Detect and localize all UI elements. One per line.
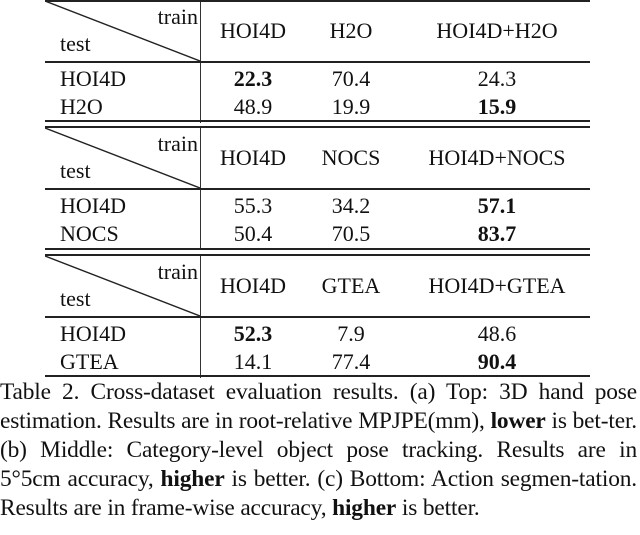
table-cell: 24.3: [477, 66, 517, 91]
column-header-train: HOI4D: [220, 145, 286, 170]
corner-train-label: train: [157, 131, 198, 156]
table-row: HOI4D 52.3 7.9 48.6: [45, 321, 590, 349]
table-cell-best: 52.3: [233, 321, 273, 346]
caption-emphasis-higher: higher: [332, 495, 397, 521]
header-rule: [45, 188, 590, 190]
corner-test-label: test: [60, 31, 91, 56]
column-header-train: HOI4D: [220, 18, 286, 43]
table-row: H2O 48.9 19.9 15.9: [45, 94, 590, 122]
table-cell-best: 15.9: [477, 94, 517, 119]
corner-train-label: train: [157, 4, 198, 29]
column-header-train: NOCS: [321, 145, 381, 170]
table-row: HOI4D 55.3 34.2 57.1: [45, 193, 590, 221]
row-label-test: H2O: [60, 94, 103, 119]
bottom-rule: [45, 375, 590, 377]
column-header-train: H2O: [329, 18, 373, 43]
row-label-test: GTEA: [60, 349, 119, 374]
row-label-test: HOI4D: [60, 193, 126, 218]
row-label-test: HOI4D: [60, 321, 126, 346]
section-separator-rule: [45, 120, 590, 122]
table-cell: 7.9: [337, 321, 365, 346]
table-cell: 48.6: [477, 321, 517, 346]
table-cell-best: 57.1: [477, 193, 517, 218]
table-cell: 34.2: [331, 193, 371, 218]
table-section-b: train test HOI4D NOCS HOI4D+NOCS HOI4D 55.3 34.…: [45, 128, 590, 250]
column-header-train: HOI4D: [220, 273, 286, 298]
section-separator-rule: [45, 254, 590, 256]
table-cell-best: 22.3: [233, 66, 273, 91]
table-cell: 77.4: [331, 349, 371, 374]
section-separator-rule: [45, 248, 590, 250]
table-cell: 70.4: [331, 66, 371, 91]
table-section-a: train test HOI4D H2O HOI4D+H2O HOI4D 22.3 70.4 2…: [45, 1, 590, 123]
table-cell: 48.9: [233, 94, 273, 119]
row-label-test: HOI4D: [60, 66, 126, 91]
column-header-train: HOI4D+NOCS: [428, 145, 566, 170]
caption-part: is better.: [396, 495, 480, 521]
caption-emphasis-higher: higher: [160, 466, 225, 492]
caption-emphasis-lower: lower: [490, 408, 546, 434]
table-row: HOI4D 22.3 70.4 24.3: [45, 66, 590, 94]
section-separator-rule: [45, 126, 590, 128]
table-section-c: train test HOI4D GTEA HOI4D+GTEA HOI4D 52.3 7.9…: [45, 256, 590, 378]
top-rule: [45, 0, 590, 2]
header-rule: [45, 61, 590, 63]
table-cell-best: 90.4: [477, 349, 517, 374]
table-cell: 50.4: [233, 221, 273, 246]
table-caption: Table 2. Cross-dataset evaluation result…: [0, 378, 637, 523]
table-cell: 14.1: [233, 349, 273, 374]
table-cell: 19.9: [331, 94, 371, 119]
column-header-train: HOI4D+H2O: [436, 18, 558, 43]
table-row: GTEA 14.1 77.4 90.4: [45, 349, 590, 377]
column-header-train: GTEA: [321, 273, 381, 298]
corner-test-label: test: [60, 158, 91, 183]
column-header-train: HOI4D+GTEA: [428, 273, 566, 298]
table-cell: 70.5: [331, 221, 371, 246]
table-row: NOCS 50.4 70.5 83.7: [45, 221, 590, 249]
table-cell-best: 83.7: [477, 221, 517, 246]
row-label-test: NOCS: [60, 221, 119, 246]
header-rule: [45, 316, 590, 318]
corner-train-label: train: [157, 259, 198, 284]
corner-test-label: test: [60, 286, 91, 311]
table-cell: 55.3: [233, 193, 273, 218]
